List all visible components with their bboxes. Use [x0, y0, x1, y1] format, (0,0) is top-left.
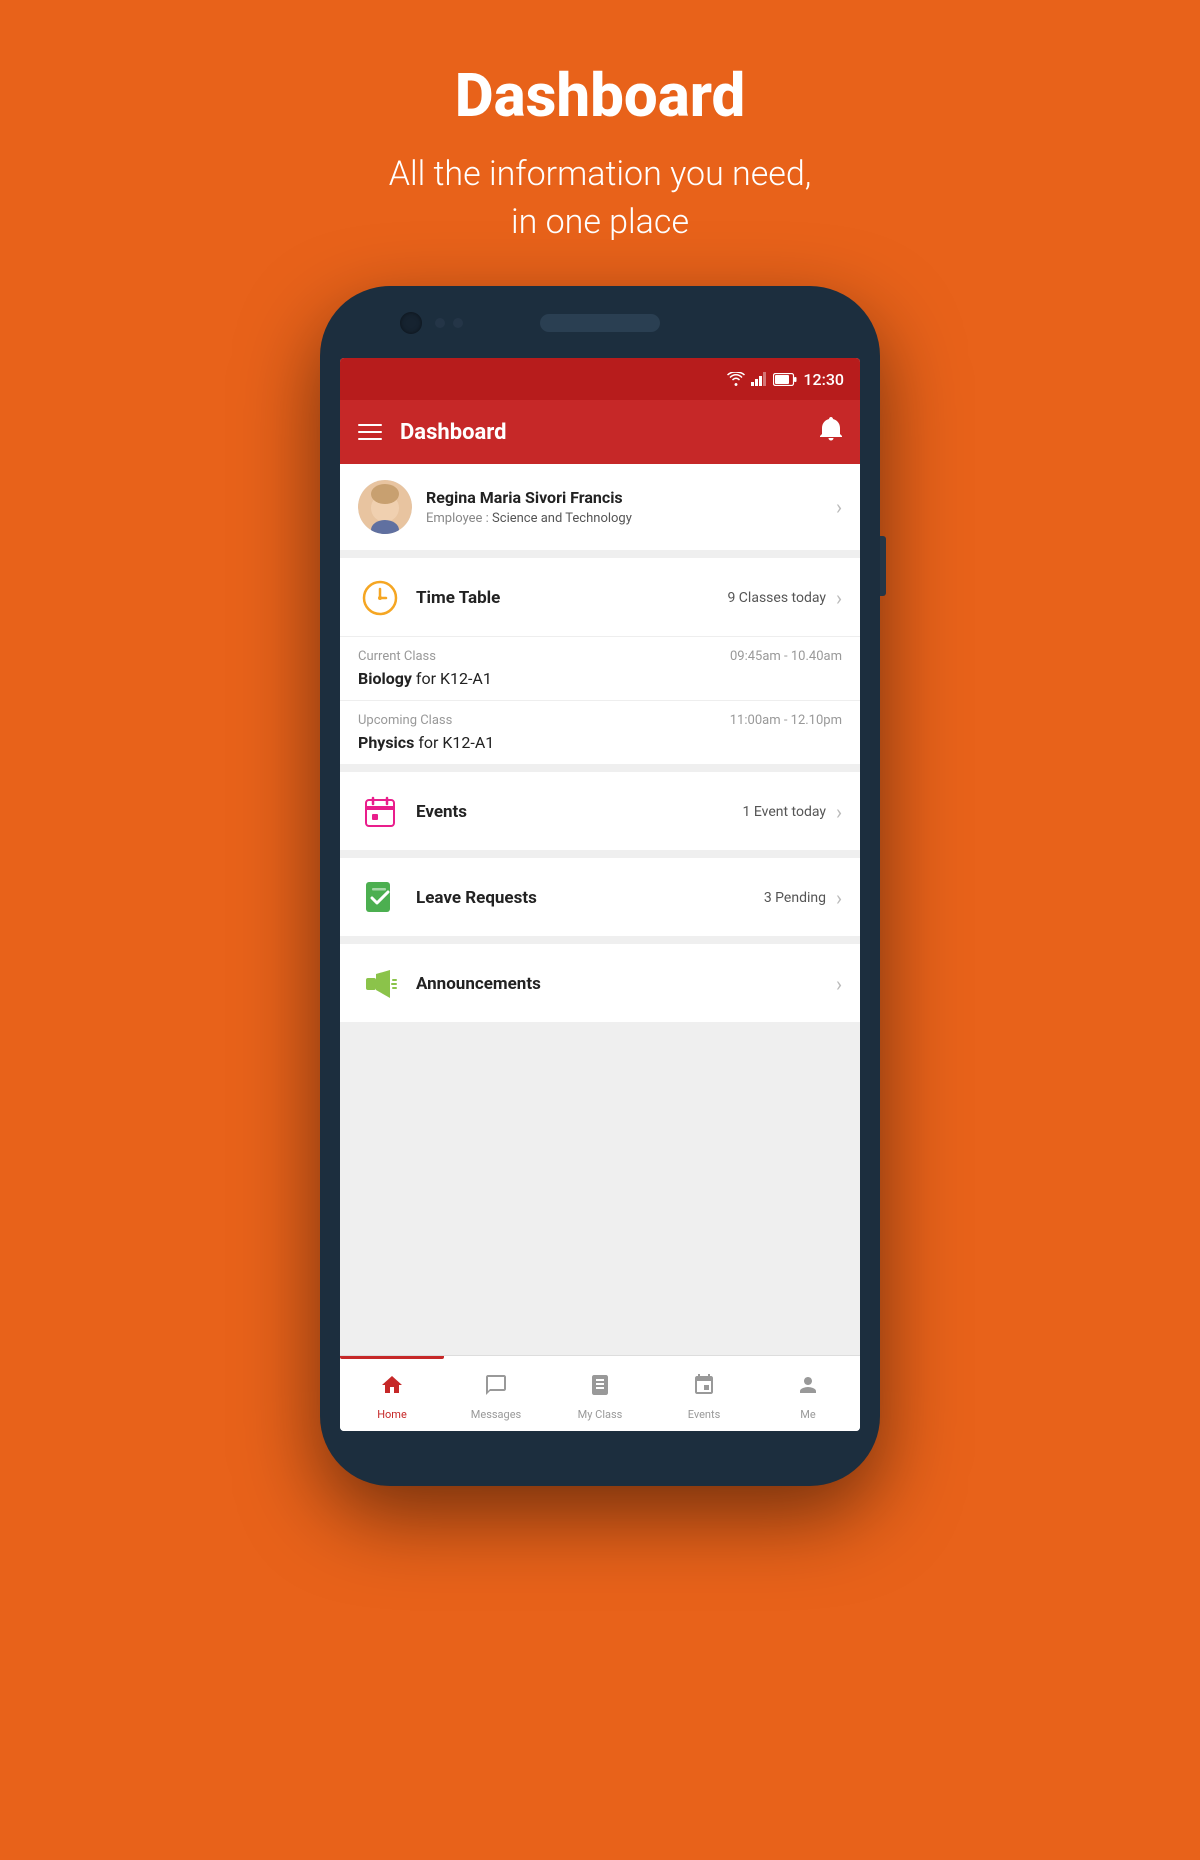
- nav-events-label: Events: [688, 1408, 721, 1421]
- wifi-icon: [727, 372, 745, 386]
- user-role: Employee : Science and Technology: [426, 511, 836, 526]
- phone-frame: 12:30 Dashboard: [320, 286, 880, 1486]
- nav-messages[interactable]: Messages: [444, 1367, 548, 1421]
- me-icon: [796, 1373, 820, 1403]
- events-badge: 1 Event today: [743, 804, 826, 820]
- current-class-name: Biology for K12-A1: [358, 669, 842, 688]
- nav-myclass-label: My Class: [578, 1408, 623, 1421]
- leave-chevron: ›: [836, 886, 842, 910]
- app-bar: Dashboard: [340, 400, 860, 464]
- nav-active-indicator: [340, 1356, 444, 1359]
- page-subtitle: All the information you need, in one pla…: [389, 151, 812, 246]
- phone-screen: 12:30 Dashboard: [340, 358, 860, 1431]
- clock-icon: [358, 576, 402, 620]
- home-icon: [380, 1373, 404, 1403]
- leave-card[interactable]: Leave Requests 3 Pending ›: [340, 858, 860, 936]
- app-bar-title: Dashboard: [400, 420, 820, 445]
- nav-myclass[interactable]: My Class: [548, 1367, 652, 1421]
- user-info: Regina Maria Sivori Francis Employee : S…: [426, 488, 836, 526]
- page-title: Dashboard: [389, 60, 812, 131]
- upcoming-class-item: Upcoming Class 11:00am - 12.10pm Physics…: [340, 700, 860, 764]
- current-class-label: Current Class: [358, 649, 436, 664]
- nav-home-label: Home: [377, 1408, 407, 1421]
- hamburger-button[interactable]: [358, 424, 382, 440]
- announcements-chevron: ›: [836, 972, 842, 996]
- nav-me[interactable]: Me: [756, 1367, 860, 1421]
- content-area: Regina Maria Sivori Francis Employee : S…: [340, 464, 860, 1355]
- avatar: [358, 480, 412, 534]
- announcements-card[interactable]: Announcements ›: [340, 944, 860, 1022]
- events-icon: [358, 790, 402, 834]
- bottom-nav: Home Messages My Class: [340, 1355, 860, 1431]
- nav-messages-label: Messages: [471, 1408, 521, 1421]
- battery-icon: [773, 373, 797, 386]
- events-chevron: ›: [836, 800, 842, 824]
- current-class-item: Current Class 09:45am - 10.40am Biology …: [340, 636, 860, 700]
- user-name: Regina Maria Sivori Francis: [426, 488, 836, 507]
- nav-me-label: Me: [800, 1408, 815, 1421]
- nav-events-icon: [692, 1373, 716, 1403]
- upcoming-class-label: Upcoming Class: [358, 713, 452, 728]
- signal-icon: [751, 372, 767, 386]
- messages-icon: [484, 1373, 508, 1403]
- nav-home[interactable]: Home: [340, 1367, 444, 1421]
- announcements-icon: [358, 962, 402, 1006]
- user-card-chevron: ›: [836, 495, 842, 519]
- events-card[interactable]: Events 1 Event today ›: [340, 772, 860, 850]
- timetable-title: Time Table: [416, 588, 727, 608]
- leave-badge: 3 Pending: [764, 890, 826, 906]
- user-profile-card[interactable]: Regina Maria Sivori Francis Employee : S…: [340, 464, 860, 550]
- timetable-chevron: ›: [836, 586, 842, 610]
- nav-events[interactable]: Events: [652, 1367, 756, 1421]
- leave-icon: [358, 876, 402, 920]
- status-time: 12:30: [803, 370, 844, 389]
- upcoming-class-name: Physics for K12-A1: [358, 733, 842, 752]
- announcements-title: Announcements: [416, 974, 826, 994]
- current-class-time: 09:45am - 10.40am: [730, 649, 842, 664]
- timetable-badge: 9 Classes today: [727, 590, 826, 606]
- events-title: Events: [416, 802, 743, 822]
- myclass-icon: [588, 1373, 612, 1403]
- upcoming-class-time: 11:00am - 12.10pm: [730, 713, 842, 728]
- leave-title: Leave Requests: [416, 888, 764, 908]
- status-bar: 12:30: [340, 358, 860, 400]
- page-header: Dashboard All the information you need, …: [389, 0, 812, 286]
- timetable-card[interactable]: Time Table 9 Classes today › Current Cla…: [340, 558, 860, 764]
- notification-button[interactable]: [820, 417, 842, 447]
